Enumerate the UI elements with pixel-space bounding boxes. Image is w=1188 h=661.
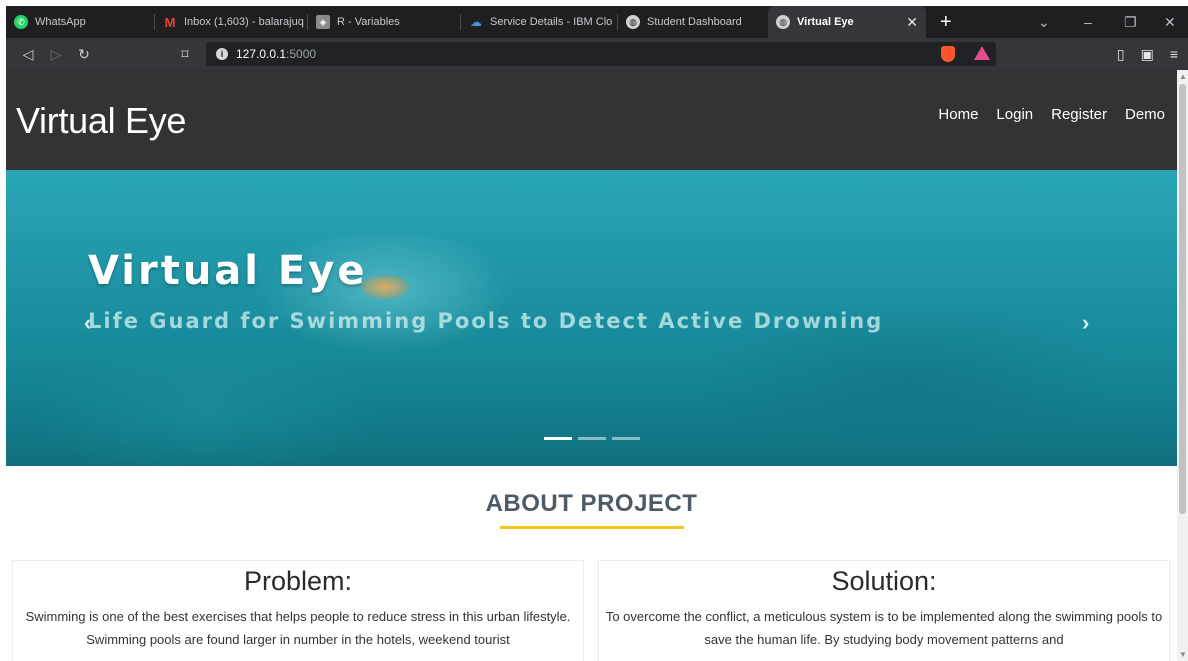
web-page: Virtual Eye Home Login Register Demo Vir…	[6, 70, 1177, 661]
brave-shields-icon[interactable]	[941, 46, 955, 62]
nav-login-link[interactable]: Login	[996, 106, 1033, 123]
address-field[interactable]: i 127.0.0.1:5000	[206, 42, 996, 66]
browser-toolbar: ◁ ▷ ↻ ⌑ i 127.0.0.1:5000 ▯ ▣ ≡	[6, 38, 1188, 70]
hero-subtitle: Life Guard for Swimming Pools to Detect …	[88, 309, 884, 333]
hero-carousel: Virtual Eye ‹ Life Guard for Swimming Po…	[6, 170, 1177, 466]
tab-title: Inbox (1,603) - balarajuq	[184, 16, 304, 28]
scrollbar-thumb[interactable]	[1179, 84, 1186, 514]
back-icon[interactable]: ◁	[14, 46, 42, 63]
heading-underline	[500, 526, 684, 529]
site-brand[interactable]: Virtual Eye	[16, 100, 186, 142]
sidebar-icon[interactable]: ▯	[1117, 46, 1125, 63]
site-icon: ◈	[316, 15, 330, 29]
close-window-icon[interactable]: ✕	[1164, 6, 1176, 38]
solution-title: Solution:	[831, 566, 937, 596]
tab-r-variables[interactable]: ◈ R - Variables	[308, 6, 460, 38]
url-host: 127.0.0.1	[236, 47, 287, 61]
problem-title: Problem:	[243, 566, 353, 596]
scroll-down-icon[interactable]: ▼	[1179, 650, 1187, 659]
carousel-indicator-3[interactable]	[612, 437, 640, 440]
bookmark-icon[interactable]: ⌑	[171, 46, 199, 63]
scroll-up-icon[interactable]: ▲	[1179, 72, 1187, 81]
brave-rewards-icon[interactable]	[974, 46, 990, 60]
carousel-indicators	[544, 437, 640, 440]
wallet-icon[interactable]: ▣	[1141, 46, 1154, 63]
carousel-indicator-2[interactable]	[578, 437, 606, 440]
reload-icon[interactable]: ↻	[70, 46, 98, 63]
tab-gmail[interactable]: M Inbox (1,603) - balarajuq	[155, 6, 307, 38]
close-tab-icon[interactable]: ✕	[894, 14, 918, 31]
tab-title: Student Dashboard	[647, 16, 742, 28]
nav-demo-link[interactable]: Demo	[1125, 106, 1165, 123]
new-tab-icon[interactable]: +	[940, 12, 952, 32]
nav-register-link[interactable]: Register	[1051, 106, 1107, 123]
solution-text: To overcome the conflict, a meticulous s…	[605, 609, 1163, 647]
site-info-icon[interactable]: i	[216, 48, 228, 60]
tab-search-icon[interactable]: ⌄	[1038, 6, 1050, 38]
site-nav: Home Login Register Demo	[938, 106, 1165, 123]
tab-ibm-cloud[interactable]: ☁ Service Details - IBM Clo	[461, 6, 617, 38]
minimize-icon[interactable]: –	[1084, 6, 1092, 38]
url-port: :5000	[286, 47, 317, 61]
globe-icon: ◍	[776, 15, 790, 29]
about-heading: ABOUT PROJECT	[485, 490, 698, 517]
globe-icon: ◍	[626, 15, 640, 29]
tab-title: Service Details - IBM Clo	[490, 16, 613, 28]
tab-title: WhatsApp	[35, 16, 86, 28]
nav-home-link[interactable]: Home	[938, 106, 978, 123]
tab-virtual-eye[interactable]: ◍ Virtual Eye ✕	[768, 6, 926, 38]
tab-title: Virtual Eye	[797, 16, 854, 28]
swimmer-image	[361, 275, 409, 299]
carousel-indicator-1[interactable]	[544, 437, 572, 440]
site-header: Virtual Eye Home Login Register Demo	[6, 70, 1177, 170]
problem-card: Problem: Swimming is one of the best exe…	[12, 560, 584, 661]
gmail-icon: M	[164, 14, 176, 30]
page-scrollbar[interactable]: ▲ ▼	[1177, 70, 1188, 661]
cloud-icon: ☁	[470, 15, 482, 29]
browser-tab-strip: ✆ WhatsApp M Inbox (1,603) - balarajuq ◈…	[6, 6, 1188, 38]
tab-student-dashboard[interactable]: ◍ Student Dashboard	[618, 6, 768, 38]
hero-title: Virtual Eye	[88, 248, 368, 294]
restore-icon[interactable]: ❐	[1124, 6, 1137, 38]
whatsapp-icon: ✆	[14, 15, 28, 29]
carousel-next-icon[interactable]: ›	[1082, 310, 1089, 336]
problem-text: Swimming is one of the best exercises th…	[25, 609, 571, 647]
tab-title: R - Variables	[337, 16, 400, 28]
tab-whatsapp[interactable]: ✆ WhatsApp	[6, 6, 154, 38]
menu-icon[interactable]: ≡	[1170, 46, 1178, 62]
solution-card: Solution: To overcome the conflict, a me…	[598, 560, 1170, 661]
forward-icon[interactable]: ▷	[42, 46, 70, 63]
